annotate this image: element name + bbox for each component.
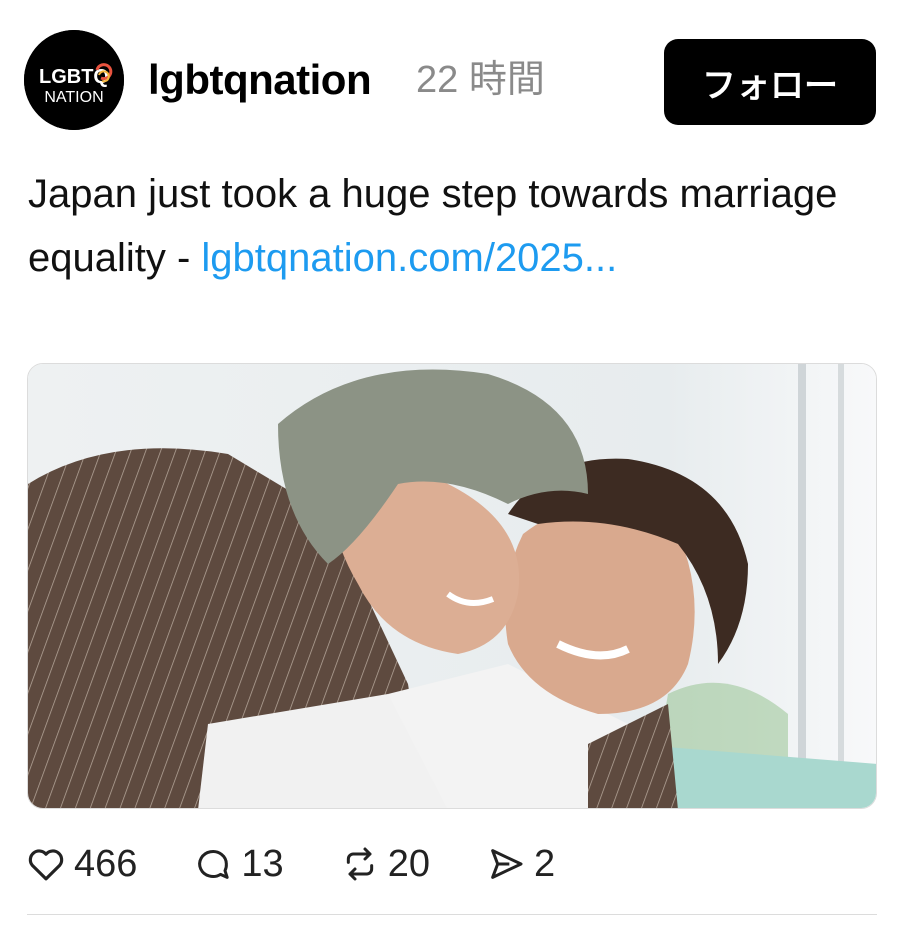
lgbtq-nation-logo: LGBTQ NATION (24, 30, 124, 130)
action-bar: 466 13 20 2 (24, 836, 609, 892)
post-timestamp: 22 時間 (416, 59, 545, 101)
repost-arrows-icon (338, 842, 382, 886)
reply-button[interactable]: 13 (191, 842, 284, 886)
share-button[interactable]: 2 (484, 842, 555, 886)
send-icon (484, 842, 528, 886)
share-count: 2 (533, 843, 556, 885)
post-link[interactable]: lgbtqnation.com/2025... (201, 236, 617, 280)
like-button[interactable]: 466 (24, 842, 137, 886)
repost-button[interactable]: 20 (338, 842, 430, 886)
like-count: 466 (74, 843, 138, 885)
avatar-logo-line2: NATION (44, 89, 103, 106)
speech-bubble-icon (191, 842, 235, 886)
post-header: LGBTQ NATION lgbtqnation 22 時間 フォロー (24, 30, 876, 130)
author-username[interactable]: lgbtqnation (148, 54, 372, 106)
follow-button[interactable]: フォロー (664, 39, 876, 125)
repost-count: 20 (387, 843, 430, 885)
couple-photo (28, 364, 876, 808)
post-image[interactable] (27, 363, 877, 809)
heart-icon (24, 842, 68, 886)
post-text: Japan just took a huge step towards marr… (28, 162, 848, 290)
divider (27, 914, 877, 915)
reply-count: 13 (241, 843, 284, 885)
avatar[interactable]: LGBTQ NATION (24, 30, 124, 130)
